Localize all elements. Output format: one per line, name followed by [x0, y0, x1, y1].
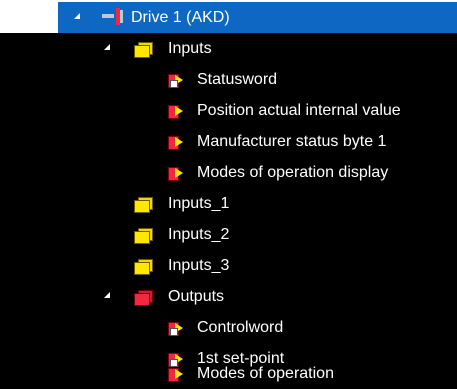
tree-node-label: Manufacturer status byte 1 [197, 132, 387, 150]
tree-node-inputs-2[interactable]: Inputs_2 [58, 219, 457, 250]
output-variable-icon [166, 366, 188, 382]
expanded-arrow-icon[interactable] [104, 44, 110, 50]
drive-device-icon [102, 8, 128, 26]
tree-node-label: Inputs_2 [168, 225, 230, 243]
tree-node-modes-of-operation[interactable]: Modes of operation [58, 358, 457, 389]
tree-node-label: Inputs [168, 39, 212, 57]
tree-node-label: Drive 1 (AKD) [131, 8, 230, 26]
input-folder-icon [133, 41, 155, 58]
tree-node-inputs-3[interactable]: Inputs_3 [58, 250, 457, 281]
tree-node-statusword[interactable]: Statusword [58, 64, 457, 95]
tree-node-manufacturer-status[interactable]: Manufacturer status byte 1 [58, 126, 457, 157]
tree-body: Inputs Statusword Position actual intern… [58, 33, 457, 389]
tree-node-label: Modes of operation display [197, 163, 389, 181]
input-variable-icon [166, 103, 188, 119]
tree-node-inputs-1[interactable]: Inputs_1 [58, 188, 457, 219]
tree-node-controlword[interactable]: Controlword [58, 312, 457, 343]
tree-node-label: Outputs [168, 287, 225, 305]
tree-node-label: Inputs_3 [168, 256, 230, 274]
input-variable-icon [166, 72, 188, 88]
left-panel-edge [0, 33, 58, 389]
output-folder-icon [133, 289, 155, 306]
tree-node-label: Position actual internal value [197, 101, 401, 119]
input-variable-icon [166, 165, 188, 181]
input-folder-icon [133, 258, 155, 275]
input-variable-icon [166, 134, 188, 150]
tree-node-drive-1[interactable]: Drive 1 (AKD) [58, 2, 457, 33]
tree-node-label: Statusword [197, 70, 278, 88]
input-folder-icon [133, 227, 155, 244]
tree-node-label: Inputs_1 [168, 194, 230, 212]
tree-node-label: Modes of operation [197, 364, 334, 382]
tree-node-inputs[interactable]: Inputs [58, 33, 457, 64]
tree-node-position-actual[interactable]: Position actual internal value [58, 95, 457, 126]
input-folder-icon [133, 196, 155, 213]
expanded-arrow-icon[interactable] [74, 13, 80, 19]
tree-node-outputs[interactable]: Outputs [58, 281, 457, 312]
output-variable-icon [166, 320, 188, 336]
device-tree: Drive 1 (AKD) Inputs Statusword Position… [0, 0, 457, 389]
tree-node-modes-display[interactable]: Modes of operation display [58, 157, 457, 188]
tree-node-label: Controlword [197, 318, 284, 336]
expanded-arrow-icon[interactable] [104, 292, 110, 298]
